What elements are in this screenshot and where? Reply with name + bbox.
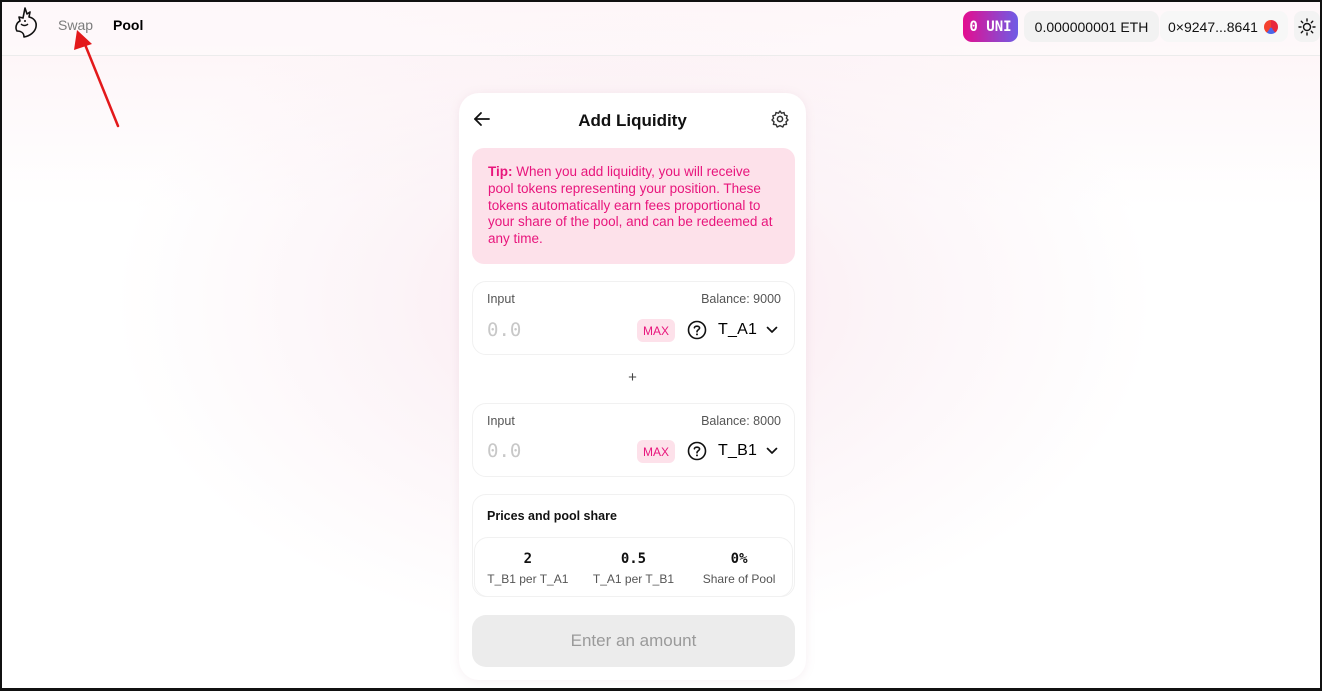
prices-pool-share-panel: Prices and pool share 2 T_B1 per T_A1 0.…: [472, 494, 795, 597]
price-label: T_B1 per T_A1: [487, 572, 569, 586]
input-label: Input: [487, 414, 515, 428]
pool-share-value: 0%: [730, 551, 748, 567]
uni-balance-badge[interactable]: 0 UNI: [963, 11, 1018, 42]
unicorn-logo-icon[interactable]: [12, 6, 40, 40]
price-item: 0.5 T_A1 per T_B1: [581, 538, 687, 596]
annotation-arrow: [74, 30, 120, 128]
account-button[interactable]: 0×9247...8641: [1160, 11, 1288, 42]
tip-text: When you add liquidity, you will receive…: [488, 164, 773, 247]
account-address: 0×9247...8641: [1168, 18, 1258, 35]
token-a-amount-input[interactable]: 0.0: [487, 319, 521, 341]
chevron-down-icon: [766, 326, 778, 333]
max-button[interactable]: MAX: [637, 440, 675, 463]
question-circle-icon: [687, 441, 707, 461]
identicon-icon: [1263, 19, 1278, 34]
gear-icon[interactable]: [770, 109, 790, 129]
chevron-down-icon: [766, 447, 778, 454]
prices-title: Prices and pool share: [487, 509, 617, 523]
card-title: Add Liquidity: [578, 111, 687, 130]
question-circle-icon: [687, 320, 707, 340]
add-liquidity-card: Add Liquidity Tip: When you add liquidit…: [459, 93, 806, 680]
input-label: Input: [487, 292, 515, 306]
theme-toggle-button[interactable]: [1294, 11, 1320, 42]
price-value: 2: [523, 551, 533, 567]
token-a-symbol: T_A1: [718, 321, 758, 338]
token-b-input-panel: Input Balance: 8000 0.0 MAX T_B1: [472, 403, 795, 477]
liquidity-tip-box: Tip: When you add liquidity, you will re…: [472, 148, 795, 264]
sun-icon: [1298, 17, 1316, 36]
price-item: 0% Share of Pool: [686, 538, 792, 596]
token-a-input-panel: Input Balance: 9000 0.0 MAX T_A1: [472, 281, 795, 355]
max-button[interactable]: MAX: [637, 319, 675, 342]
prices-grid: 2 T_B1 per T_A1 0.5 T_A1 per T_B1 0% Sha…: [474, 537, 793, 597]
plus-separator: +: [628, 369, 637, 386]
tip-prefix: Tip:: [488, 164, 513, 179]
price-item: 2 T_B1 per T_A1: [475, 538, 581, 596]
token-b-symbol: T_B1: [718, 442, 758, 459]
token-a-balance: Balance: 9000: [701, 292, 781, 306]
price-label: T_A1 per T_B1: [592, 572, 675, 586]
token-a-selector[interactable]: T_A1: [687, 317, 778, 343]
token-b-selector[interactable]: T_B1: [687, 438, 778, 464]
top-navigation-bar: Swap Pool 0 UNI 0.000000001 ETH 0×9247..…: [2, 2, 1320, 56]
token-b-balance: Balance: 8000: [701, 414, 781, 428]
token-b-amount-input[interactable]: 0.0: [487, 440, 521, 462]
price-value: 0.5: [620, 551, 647, 567]
pool-share-label: Share of Pool: [702, 572, 776, 586]
enter-amount-button[interactable]: Enter an amount: [472, 615, 795, 667]
eth-balance: 0.000000001 ETH: [1024, 11, 1159, 42]
